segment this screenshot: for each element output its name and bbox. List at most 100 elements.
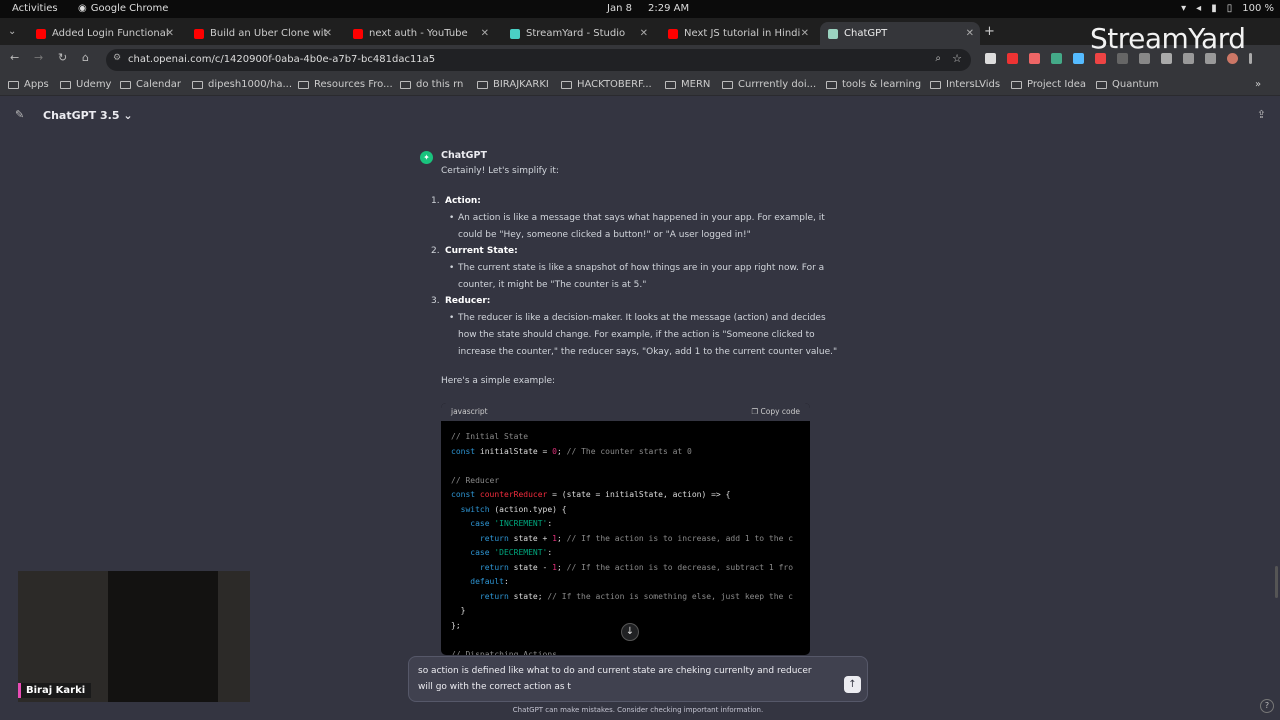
new-chat-icon[interactable]: ✎	[15, 108, 24, 121]
extension-icon[interactable]	[1007, 53, 1018, 64]
new-tab-button[interactable]: +	[984, 24, 995, 39]
folder-icon	[930, 80, 941, 89]
tab-favicon-icon	[353, 28, 363, 39]
menu-icon[interactable]	[1249, 53, 1252, 64]
extension-icon[interactable]	[1051, 53, 1062, 64]
message-author: ChatGPT	[441, 150, 487, 161]
list-item-text: An action is like a message that says wh…	[458, 213, 825, 223]
tab-favicon-icon	[828, 28, 838, 39]
folder-icon	[561, 80, 572, 89]
list-item-text: The reducer is like a decision-maker. It…	[458, 313, 826, 323]
extension-icon[interactable]	[1029, 53, 1040, 64]
close-icon[interactable]: ✕	[166, 28, 174, 39]
streamyard-watermark: StreamYard	[1090, 22, 1246, 55]
message-input[interactable]: so action is defined like what to do and…	[408, 656, 868, 702]
url-field[interactable]: ⚙ chat.openai.com/c/1420900f-0aba-4b0e-a…	[106, 49, 971, 71]
bookmark-label: do this rn	[416, 79, 464, 90]
copy-code-button[interactable]: ❐ Copy code	[751, 407, 800, 416]
tab-favicon-icon	[668, 28, 678, 39]
bookmark-item[interactable]: Apps	[8, 79, 49, 90]
share-icon[interactable]: ⇪	[1257, 108, 1266, 121]
folder-icon	[60, 80, 71, 89]
bookmark-item[interactable]: do this rn	[400, 79, 463, 90]
extension-icon[interactable]	[1073, 53, 1084, 64]
tab-label: next auth - YouTube	[369, 28, 468, 39]
folder-icon	[722, 80, 733, 89]
bookmark-label: Apps	[24, 79, 49, 90]
code-block: javascript ❐ Copy code // Initial State …	[441, 403, 810, 655]
bookmark-label: Currrently doi...	[738, 79, 817, 90]
bookmark-item[interactable]: Resources Fro...	[298, 79, 393, 90]
back-icon[interactable]: ←	[10, 51, 19, 64]
bullet-icon: •	[449, 213, 455, 223]
bookmark-label: tools & learning	[842, 79, 922, 90]
bookmark-item[interactable]: BIRAJKARKI	[477, 79, 549, 90]
bookmark-item[interactable]: MERN	[665, 79, 710, 90]
send-button[interactable]: ↑	[844, 676, 861, 693]
close-icon[interactable]: ✕	[966, 28, 974, 39]
model-selector[interactable]: ChatGPT 3.5 ⌄	[43, 109, 133, 122]
tab-3[interactable]: StreamYard - Studio ✕	[502, 22, 654, 45]
activities-button[interactable]: Activities	[12, 3, 58, 14]
code-body: // Initial State const initialState = 0;…	[451, 432, 794, 655]
folder-icon	[400, 80, 411, 89]
close-icon[interactable]: ✕	[640, 28, 648, 39]
zoom-icon[interactable]: ⌕	[935, 53, 941, 64]
tab-favicon-icon	[510, 28, 520, 39]
bookmark-item[interactable]: dipesh1000/ha...	[192, 79, 292, 90]
site-info-icon[interactable]: ⚙	[113, 53, 121, 63]
folder-icon	[1011, 80, 1022, 89]
close-icon[interactable]: ✕	[324, 28, 332, 39]
bookmark-item[interactable]: Udemy	[60, 79, 111, 90]
scroll-down-button[interactable]: ↓	[621, 623, 639, 641]
bookmarks-overflow-icon[interactable]: »	[1255, 79, 1261, 90]
tab-1[interactable]: Build an Uber Clone wit ✕	[186, 22, 338, 45]
bookmark-item[interactable]: Project Idea	[1011, 79, 1086, 90]
tab-search-icon[interactable]: ⌄	[8, 26, 16, 37]
tab-4[interactable]: Next JS tutorial in Hindi ✕	[660, 22, 815, 45]
webcam-feed	[108, 571, 218, 702]
bookmark-item[interactable]: HACKTOBERF...	[561, 79, 652, 90]
folder-icon	[1096, 80, 1107, 89]
tab-2[interactable]: next auth - YouTube ✕	[345, 22, 495, 45]
wifi-icon: ▾	[1181, 3, 1187, 14]
home-icon[interactable]: ⌂	[82, 51, 89, 64]
bookmark-item[interactable]: IntersLVids	[930, 79, 1000, 90]
tab-label: Added Login Functional	[52, 28, 169, 39]
bookmark-label: IntersLVids	[946, 79, 1001, 90]
clock[interactable]: Jan 8 2:29 AM	[607, 3, 689, 14]
volume-icon: ◂	[1196, 3, 1202, 14]
close-icon[interactable]: ✕	[801, 28, 809, 39]
extension-icon[interactable]	[985, 53, 996, 64]
folder-icon	[298, 80, 309, 89]
url-text: chat.openai.com/c/1420900f-0aba-4b0e-a7b…	[128, 54, 436, 65]
bookmark-label: MERN	[681, 79, 711, 90]
battery-level: 100 %	[1242, 3, 1274, 14]
webcam-overlay: Biraj Karki	[18, 571, 250, 702]
bookmark-item[interactable]: Currrently doi...	[722, 79, 816, 90]
chat-header: ✎ ChatGPT 3.5 ⌄ ⇪	[0, 96, 1280, 134]
forward-icon[interactable]: →	[34, 51, 43, 64]
bookmark-item[interactable]: Quantum	[1096, 79, 1159, 90]
tab-favicon-icon	[36, 28, 46, 39]
tab-5[interactable]: ChatGPT ✕	[820, 22, 980, 45]
folder-icon	[826, 80, 837, 89]
bookmark-label: Resources Fro...	[314, 79, 393, 90]
chatgpt-avatar-icon: ✦	[420, 151, 433, 164]
list-item-text: increase the counter," the reducer says,…	[458, 347, 838, 357]
scrollbar[interactable]	[1275, 566, 1278, 598]
address-bar-row: ← → ↻ ⌂ ⚙ chat.openai.com/c/1420900f-0ab…	[0, 45, 1280, 74]
close-icon[interactable]: ✕	[481, 28, 489, 39]
bookmark-item[interactable]: Calendar	[120, 79, 181, 90]
star-icon[interactable]: ☆	[952, 52, 962, 65]
folder-icon	[192, 80, 203, 89]
list-item-text: counter, it might be "The counter is at …	[458, 280, 647, 290]
reload-icon[interactable]: ↻	[58, 51, 67, 64]
system-tray[interactable]: ▾ ◂ ▮ ▯ 100 %	[1181, 3, 1274, 14]
tab-label: Next JS tutorial in Hindi	[684, 28, 801, 39]
help-icon[interactable]: ?	[1260, 699, 1274, 713]
bookmark-item[interactable]: tools & learning	[826, 79, 921, 90]
tab-0[interactable]: Added Login Functional ✕	[28, 22, 180, 45]
bookmarks-bar: Apps Udemy Calendar dipesh1000/ha... Resourc…	[0, 74, 1280, 96]
tab-label: Build an Uber Clone wit	[210, 28, 328, 39]
